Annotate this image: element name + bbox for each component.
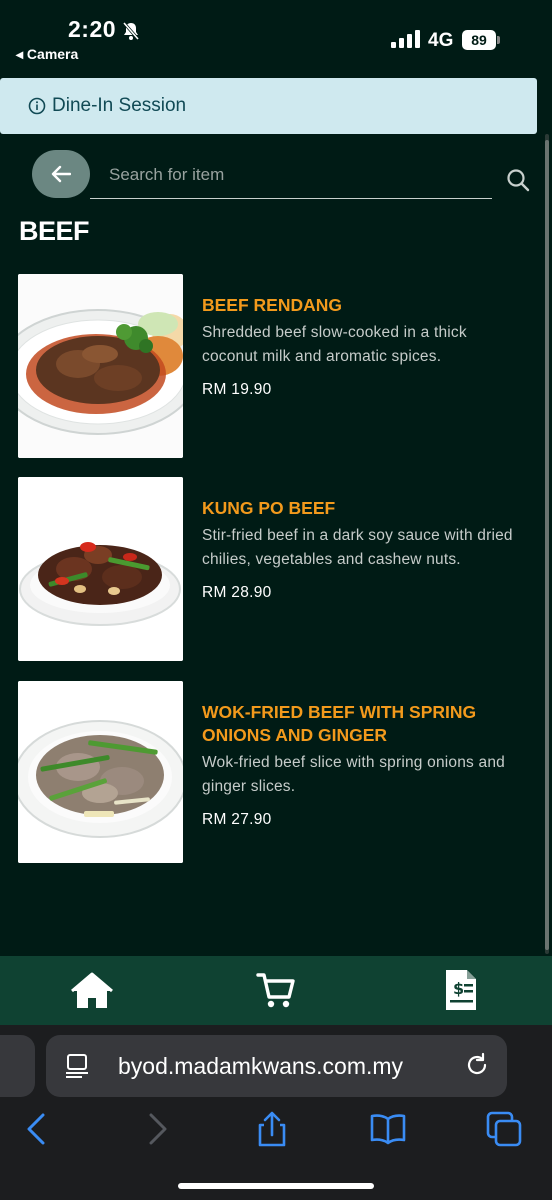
reload-icon[interactable] [464, 1052, 490, 1078]
browser-forward-icon[interactable] [138, 1111, 174, 1147]
home-icon[interactable] [70, 972, 114, 1010]
item-description: Shredded beef slow-cooked in a thick coc… [202, 324, 467, 365]
session-label: Dine-In Session [52, 95, 187, 116]
dine-in-session-banner: Dine-In Session [0, 78, 537, 134]
previous-tab[interactable] [0, 1035, 35, 1097]
browser-toolbar: byod.madamkwans.com.my [0, 1025, 552, 1200]
item-price: RM 19.90 [202, 381, 272, 398]
wok-fried-beef-image [18, 681, 183, 863]
kung-po-beef-image [18, 477, 183, 661]
item-info: WOK-FRIED BEEF WITH SPRING ONIONS AND GI… [183, 681, 513, 863]
cart-icon[interactable] [256, 970, 296, 1010]
item-price: RM 28.90 [202, 584, 272, 601]
browser-back-icon[interactable] [20, 1111, 56, 1147]
bell-muted-icon [122, 22, 140, 40]
arrow-left-icon [51, 165, 71, 183]
tabs-icon[interactable] [486, 1111, 522, 1147]
battery-icon: 89 [462, 30, 500, 50]
address-bar[interactable]: byod.madamkwans.com.my [46, 1035, 507, 1097]
search-input[interactable] [90, 152, 492, 199]
item-name: BEEF RENDANG [202, 295, 343, 315]
category-title: BEEF [19, 216, 90, 246]
menu-item[interactable]: KUNG PO BEEF Stir-fried beef in a dark s… [18, 477, 528, 661]
svg-text:$: $ [453, 979, 464, 998]
status-time: 2:20 [68, 16, 117, 42]
back-button[interactable] [32, 150, 90, 198]
item-price: RM 27.90 [202, 811, 272, 828]
signal-icon [391, 30, 420, 48]
share-icon[interactable] [254, 1111, 290, 1147]
menu-item[interactable]: BEEF RENDANG Shredded beef slow-cooked i… [18, 274, 528, 458]
home-indicator [178, 1183, 374, 1189]
bottom-nav: $ [0, 956, 552, 1025]
network-type: 4G [428, 30, 454, 51]
item-description: Stir-fried beef in a dark soy sauce with… [202, 527, 513, 568]
beef-rendang-image [18, 274, 183, 458]
menu-item[interactable]: WOK-FRIED BEEF WITH SPRING ONIONS AND GI… [18, 681, 528, 863]
url-text: byod.madamkwans.com.my [118, 1053, 404, 1079]
item-name: KUNG PO BEEF [202, 498, 336, 518]
info-icon [28, 97, 46, 115]
item-description: Wok-fried beef slice with spring onions … [202, 754, 505, 795]
status-bar: 2:20 ◂ Camera 4G 89 [0, 0, 552, 70]
bookmarks-icon[interactable] [370, 1111, 406, 1147]
battery-tip [497, 36, 500, 44]
scrollbar-thumb[interactable] [545, 140, 549, 950]
item-name: WOK-FRIED BEEF WITH SPRING ONIONS AND GI… [202, 702, 477, 745]
search-icon[interactable] [506, 168, 530, 192]
item-info: KUNG PO BEEF Stir-fried beef in a dark s… [183, 477, 513, 661]
item-info: BEEF RENDANG Shredded beef slow-cooked i… [183, 274, 513, 458]
battery-level: 89 [462, 30, 496, 50]
back-to-camera-link[interactable]: ◂ Camera [16, 46, 78, 63]
page-menu-icon[interactable] [64, 1053, 90, 1079]
bill-icon[interactable]: $ [444, 968, 478, 1012]
